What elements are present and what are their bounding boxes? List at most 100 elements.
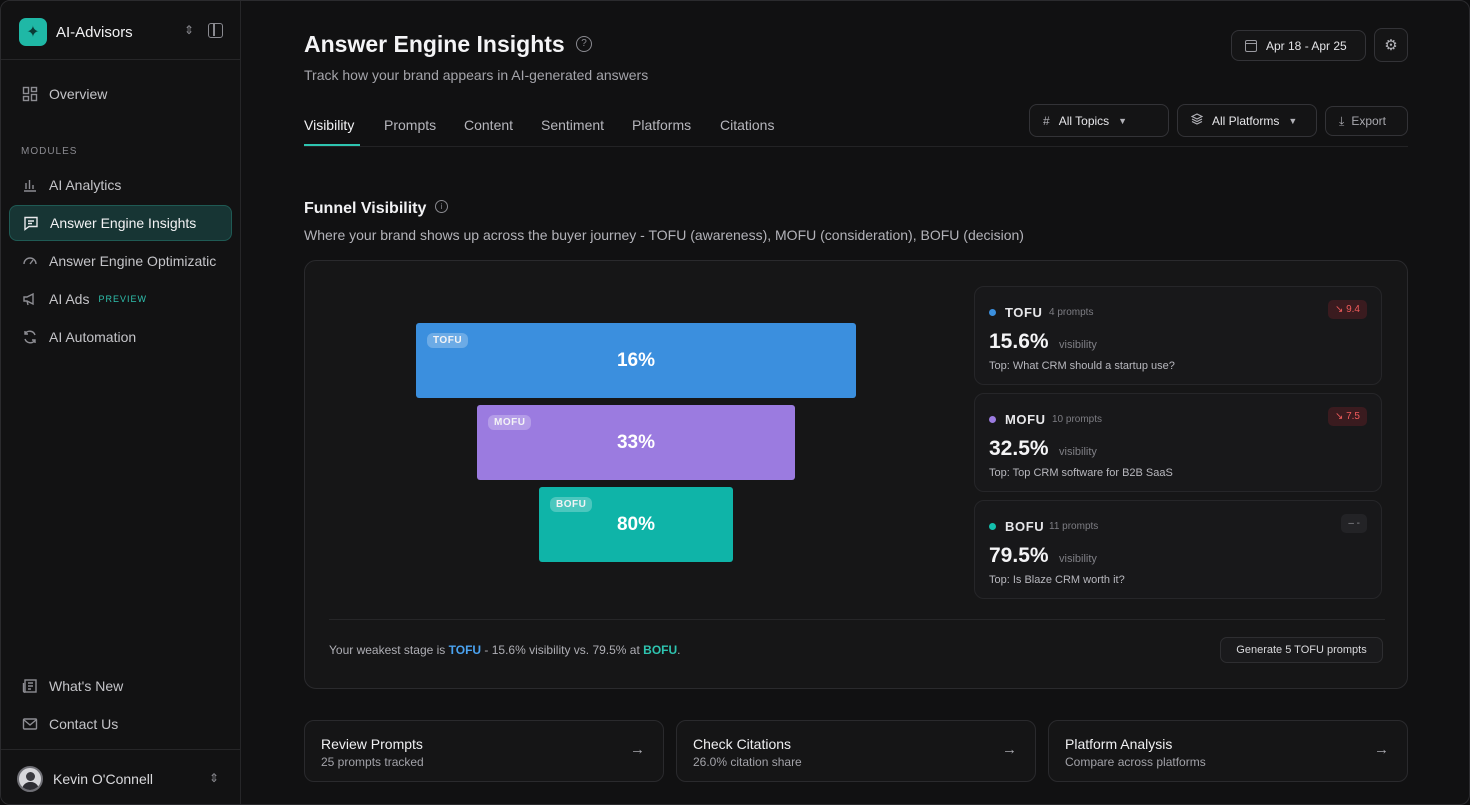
funnel-bar-value: 80% — [616, 513, 656, 535]
funnel-bar-tag: MOFU — [488, 415, 532, 430]
modules-section-label: MODULES — [21, 146, 78, 157]
sidebar-item-ai-ads[interactable]: AI Ads PREVIEW — [9, 281, 232, 317]
tab-content[interactable]: Content — [464, 117, 513, 133]
arrow-right-icon: → — [1002, 741, 1017, 758]
sidebar-item-overview[interactable]: Overview — [9, 76, 232, 112]
summary-text: - 15.6% visibility vs. 79.5% at — [481, 643, 644, 657]
platforms-filter-dropdown[interactable]: All Platforms ▼ — [1177, 104, 1317, 137]
tab-visibility[interactable]: Visibility — [304, 117, 354, 133]
chevron-up-down-icon[interactable]: ⇕ — [184, 23, 194, 37]
gear-icon: ⚙ — [1384, 37, 1398, 54]
weakest-stage-summary: Your weakest stage is TOFU - 15.6% visib… — [329, 643, 681, 657]
strong-stage-name: BOFU — [643, 643, 678, 657]
preview-badge: PREVIEW — [98, 294, 147, 304]
gauge-icon — [21, 252, 39, 270]
date-range-label: Apr 18 - Apr 25 — [1266, 38, 1347, 53]
sidebar-item-label: What's New — [49, 678, 124, 694]
stage-name: MOFU — [1005, 412, 1046, 427]
divider — [1, 749, 241, 750]
divider — [304, 146, 1408, 147]
funnel-bar-value: 33% — [616, 431, 656, 453]
section-title: Funnel Visibility — [304, 200, 427, 217]
summary-text: . — [677, 643, 681, 657]
sidebar-item-label: AI Ads — [49, 291, 90, 307]
trend-down-badge: ↘ 9.4 — [1327, 300, 1367, 319]
stage-color-dot — [989, 416, 996, 423]
topics-filter-dropdown[interactable]: # All Topics ▼ — [1029, 104, 1169, 137]
platform-analysis-card[interactable]: Platform Analysis Compare across platfor… — [1048, 720, 1408, 782]
sidebar-item-label: Answer Engine Insights — [50, 215, 197, 231]
stage-card-tofu[interactable]: TOFU 4 prompts ↘ 9.4 15.6% visibility To… — [974, 286, 1382, 385]
export-button[interactable]: ⤓ Export — [1325, 106, 1408, 136]
sidebar-item-ai-automation[interactable]: AI Automation — [9, 319, 232, 355]
sidebar-item-answer-engine-optimization[interactable]: Answer Engine Optimizatic — [9, 243, 232, 279]
sidebar-item-label: Overview — [49, 86, 108, 102]
sidebar-item-label: Answer Engine Optimizatic — [49, 253, 217, 269]
workspace-switcher[interactable]: ✦ AI-Advisors ⇕ — [19, 17, 229, 47]
app-window: ✦ AI-Advisors ⇕ Overview MODULES AI Anal… — [0, 0, 1470, 805]
message-square-icon — [22, 214, 40, 232]
chevron-down-icon: ▼ — [1288, 115, 1298, 126]
grid-icon — [21, 85, 39, 103]
stage-top-prompt: Top: What CRM should a startup use? — [989, 360, 1175, 372]
card-title: Platform Analysis — [1065, 736, 1173, 752]
tab-sentiment[interactable]: Sentiment — [541, 117, 604, 133]
layers-icon — [1190, 113, 1204, 128]
download-icon: ⤓ — [1339, 113, 1345, 128]
card-subtitle: 26.0% citation share — [693, 755, 802, 769]
funnel-bar-tofu: TOFU 16% — [416, 323, 856, 398]
sidebar: ✦ AI-Advisors ⇕ Overview MODULES AI Anal… — [1, 1, 241, 804]
stage-prompt-count: 11 prompts — [1049, 521, 1099, 532]
help-icon[interactable]: ? — [576, 36, 592, 52]
check-citations-card[interactable]: Check Citations 26.0% citation share → — [676, 720, 1036, 782]
chevron-down-icon: ▼ — [1118, 115, 1128, 126]
card-title: Review Prompts — [321, 736, 423, 752]
settings-button[interactable]: ⚙ — [1374, 28, 1408, 62]
newspaper-icon — [21, 677, 39, 695]
funnel-bar-mofu: MOFU 33% — [477, 405, 795, 480]
funnel-bar-tag: BOFU — [550, 497, 593, 512]
section-subtitle: Where your brand shows up across the buy… — [304, 227, 1024, 243]
chevron-up-down-icon[interactable]: ⇕ — [209, 771, 219, 785]
tab-citations[interactable]: Citations — [720, 117, 774, 133]
stage-visibility-label: visibility — [1059, 446, 1097, 458]
sidebar-item-label: AI Automation — [49, 329, 137, 345]
stage-card-mofu[interactable]: MOFU 10 prompts ↘ 7.5 32.5% visibility T… — [974, 393, 1382, 492]
stage-color-dot — [989, 309, 996, 316]
sidebar-item-label: Contact Us — [49, 716, 119, 732]
sidebar-item-answer-engine-insights[interactable]: Answer Engine Insights — [9, 205, 232, 241]
card-subtitle: 25 prompts tracked — [321, 755, 424, 769]
stage-visibility-label: visibility — [1059, 553, 1097, 565]
weak-stage-name: TOFU — [448, 643, 482, 657]
sidebar-item-ai-analytics[interactable]: AI Analytics — [9, 167, 232, 203]
trend-down-badge: ↘ 7.5 — [1327, 407, 1367, 426]
export-label: Export — [1351, 114, 1386, 128]
divider — [329, 619, 1385, 620]
collapse-sidebar-icon[interactable] — [208, 23, 223, 38]
main-content: Answer Engine Insights ? Track how your … — [242, 1, 1469, 804]
user-menu[interactable]: Kevin O'Connell ⇕ — [17, 765, 227, 793]
workspace-name: AI-Advisors — [56, 23, 133, 41]
app-logo-icon: ✦ — [19, 18, 47, 46]
generate-prompts-button[interactable]: Generate 5 TOFU prompts — [1220, 637, 1383, 663]
megaphone-icon — [21, 290, 39, 308]
divider — [1, 59, 241, 60]
page-subtitle: Track how your brand appears in AI-gener… — [304, 67, 649, 83]
stage-visibility-label: visibility — [1059, 339, 1097, 351]
date-range-picker[interactable]: Apr 18 - Apr 25 — [1231, 30, 1366, 61]
arrow-right-icon: → — [1374, 741, 1389, 758]
info-icon[interactable]: i — [435, 200, 448, 213]
funnel-card: TOFU 16% MOFU 33% BOFU 80% TOFU 4 prompt… — [304, 260, 1408, 689]
stage-card-bofu[interactable]: BOFU 11 prompts – - 79.5% visibility Top… — [974, 500, 1382, 599]
sidebar-item-contact-us[interactable]: Contact Us — [9, 706, 232, 742]
user-name: Kevin O'Connell — [53, 771, 153, 787]
sidebar-item-whats-new[interactable]: What's New — [9, 668, 232, 704]
stage-top-prompt: Top: Top CRM software for B2B SaaS — [989, 467, 1173, 479]
avatar — [17, 766, 43, 792]
card-title: Check Citations — [693, 736, 792, 752]
tab-platforms[interactable]: Platforms — [632, 117, 691, 133]
review-prompts-card[interactable]: Review Prompts 25 prompts tracked → — [304, 720, 664, 782]
platforms-filter-label: All Platforms — [1212, 113, 1280, 128]
hash-icon: # — [1043, 113, 1050, 128]
tab-prompts[interactable]: Prompts — [384, 117, 436, 133]
